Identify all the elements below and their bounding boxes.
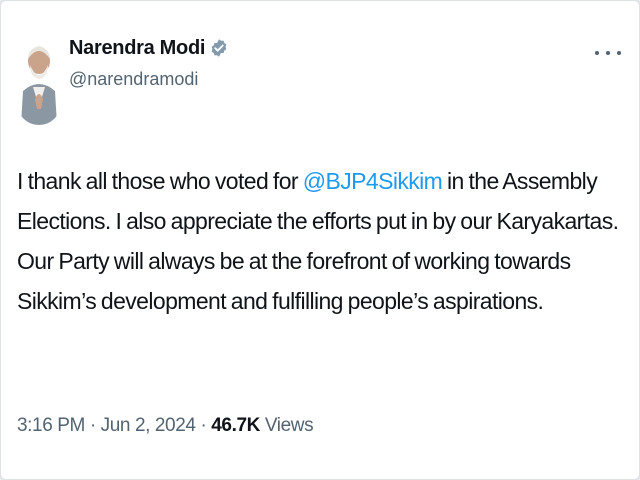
- verified-badge-icon[interactable]: [209, 38, 229, 58]
- avatar[interactable]: [17, 29, 61, 125]
- meta-separator: ·: [84, 415, 101, 436]
- author-handle[interactable]: @narendramodi: [69, 69, 229, 90]
- author-name-row: Narendra Modi: [69, 35, 229, 61]
- avatar-image: [17, 29, 61, 125]
- tweet-date[interactable]: Jun 2, 2024: [101, 415, 196, 436]
- author-name[interactable]: Narendra Modi: [69, 37, 205, 60]
- more-dot: [595, 51, 599, 55]
- tweet-card: Narendra Modi @narendramodi I thank all …: [0, 0, 640, 480]
- views-count[interactable]: 46.7K: [211, 415, 260, 436]
- more-horizontal-icon[interactable]: [595, 45, 621, 61]
- mention-link[interactable]: @BJP4Sikkim: [303, 168, 443, 194]
- tweet-text: I thank all those who voted for @BJP4Sik…: [17, 161, 637, 321]
- more-dot: [617, 51, 621, 55]
- tweet-time[interactable]: 3:16 PM: [17, 415, 85, 436]
- more-dot: [606, 51, 610, 55]
- tweet-text-before: I thank all those who voted for: [17, 168, 303, 194]
- author-info: Narendra Modi @narendramodi: [69, 35, 229, 90]
- views-label: Views: [259, 415, 314, 436]
- meta-separator: ·: [195, 415, 212, 436]
- tweet-header: Narendra Modi @narendramodi: [17, 29, 229, 125]
- tweet-meta: 3:16 PM · Jun 2, 2024 · 46.7K Views: [17, 415, 314, 437]
